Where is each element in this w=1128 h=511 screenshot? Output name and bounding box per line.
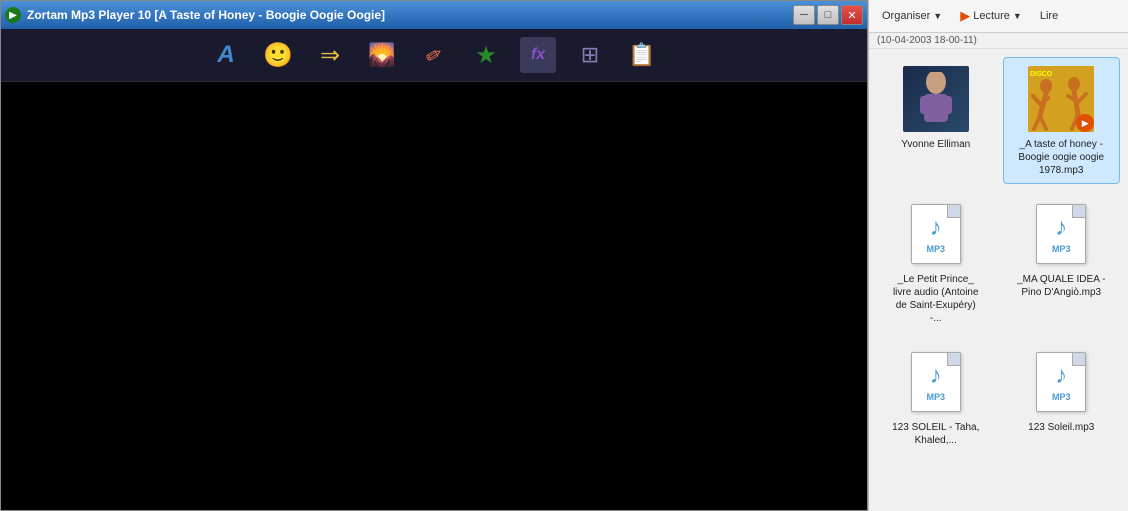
file-grid: Yvonne Elliman DISCO DISCO xyxy=(869,49,1128,511)
123-soleil-label: 123 SOLEIL - Taha, Khaled,... xyxy=(891,421,981,447)
mp3-doc-2: ♪ MP3 xyxy=(1036,204,1086,264)
lecture-label: Lecture xyxy=(973,10,1010,22)
mp3-doc: ♪ MP3 xyxy=(911,204,961,264)
title-bar: ▶ Zortam Mp3 Player 10 [A Taste of Honey… xyxy=(1,1,867,29)
music-note-icon-4: ♪ xyxy=(1055,362,1067,390)
file-panel: Organiser ▼ ▶ Lecture ▼ Lire (10-04-2003… xyxy=(868,0,1128,511)
window-title: Zortam Mp3 Player 10 [A Taste of Honey -… xyxy=(27,8,385,22)
ma-quale-icon-wrap: ♪ MP3 xyxy=(1026,199,1096,269)
petit-prince-icon-wrap: ♪ MP3 xyxy=(901,199,971,269)
title-bar-buttons: ─ □ ✕ xyxy=(793,5,863,25)
file-item-ma-quale-idea[interactable]: ♪ MP3 _MA QUALE IDEA - Pino D'Angiò.mp3 xyxy=(1003,192,1121,332)
grid-tool-button[interactable]: ⊞ xyxy=(572,37,608,73)
taste-icon-wrap: DISCO DISCO xyxy=(1026,64,1096,134)
123-soleil-icon-wrap: ♪ MP3 xyxy=(901,347,971,417)
svg-text:DISCO: DISCO xyxy=(1030,71,1053,78)
visualization-area xyxy=(1,82,867,510)
yvonne-icon-wrap xyxy=(901,64,971,134)
file-item-123-soleil-mp3[interactable]: ♪ MP3 123 Soleil.mp3 xyxy=(1003,340,1121,454)
yvonne-album-cover xyxy=(903,66,969,132)
play-icon: ▶ xyxy=(960,8,970,24)
player-toolbar: A 🙂 ⇒ 🌄 ✏ ★ fx ⊞ 📋 xyxy=(1,29,867,82)
export-tool-button[interactable]: 📋 xyxy=(624,37,660,73)
player-body: A 🙂 ⇒ 🌄 ✏ ★ fx ⊞ 📋 xyxy=(1,29,867,510)
fx-tool-button[interactable]: fx xyxy=(520,37,556,73)
petit-prince-mp3-icon: ♪ MP3 xyxy=(908,202,964,266)
lecture-dropdown-icon: ▼ xyxy=(1013,11,1022,21)
file-panel-toolbar: Organiser ▼ ▶ Lecture ▼ Lire xyxy=(869,0,1128,33)
organiser-label: Organiser xyxy=(882,10,930,22)
file-item-taste-of-honey[interactable]: DISCO DISCO xyxy=(1003,57,1121,184)
123-soleil-mp3-icon: ♪ MP3 xyxy=(908,350,964,414)
arrow-tool-button[interactable]: ⇒ xyxy=(312,37,348,73)
music-note-icon-3: ♪ xyxy=(930,362,942,390)
petit-prince-label: _Le Petit Prince_ livre audio (Antoine d… xyxy=(891,273,981,325)
yvonne-elliman-label: Yvonne Elliman xyxy=(901,138,970,151)
123-soleil-mp3-icon-2: ♪ MP3 xyxy=(1033,350,1089,414)
text-tool-button[interactable]: A xyxy=(208,37,244,73)
maximize-button[interactable]: □ xyxy=(817,5,839,25)
lire-label: Lire xyxy=(1040,10,1058,22)
pencil-tool-button[interactable]: ✏ xyxy=(409,30,458,79)
player-icon: ▶ xyxy=(5,7,21,23)
music-note-icon-2: ♪ xyxy=(1055,214,1067,242)
123-soleil-mp3-icon-wrap: ♪ MP3 xyxy=(1026,347,1096,417)
date-label: (10-04-2003 18-00-11) xyxy=(869,33,1128,49)
file-item-petit-prince[interactable]: ♪ MP3 _Le Petit Prince_ livre audio (Ant… xyxy=(877,192,995,332)
organiser-dropdown-icon: ▼ xyxy=(933,11,942,21)
player-window: ▶ Zortam Mp3 Player 10 [A Taste of Honey… xyxy=(0,0,868,511)
ma-quale-label: _MA QUALE IDEA - Pino D'Angiò.mp3 xyxy=(1016,273,1106,299)
lecture-button[interactable]: ▶ Lecture ▼ xyxy=(953,4,1029,28)
music-note-icon: ♪ xyxy=(930,214,942,242)
yvonne-art xyxy=(903,66,969,132)
mp3-doc-4: ♪ MP3 xyxy=(1036,352,1086,412)
taste-of-honey-label: _A taste of honey - Boogie oogie oogie 1… xyxy=(1016,138,1106,177)
mp3-doc-3: ♪ MP3 xyxy=(911,352,961,412)
file-item-123-soleil[interactable]: ♪ MP3 123 SOLEIL - Taha, Khaled,... xyxy=(877,340,995,454)
smiley-tool-button[interactable]: 🙂 xyxy=(260,37,296,73)
file-item-yvonne-elliman[interactable]: Yvonne Elliman xyxy=(877,57,995,184)
lire-button[interactable]: Lire xyxy=(1033,6,1065,26)
star-tool-button[interactable]: ★ xyxy=(468,37,504,73)
minimize-button[interactable]: ─ xyxy=(793,5,815,25)
image-tool-button[interactable]: 🌄 xyxy=(364,37,400,73)
organiser-button[interactable]: Organiser ▼ xyxy=(875,6,949,26)
ma-quale-mp3-icon: ♪ MP3 xyxy=(1033,202,1089,266)
close-button[interactable]: ✕ xyxy=(841,5,863,25)
123-soleil-mp3-label: 123 Soleil.mp3 xyxy=(1028,421,1094,434)
title-bar-left: ▶ Zortam Mp3 Player 10 [A Taste of Honey… xyxy=(5,7,385,23)
